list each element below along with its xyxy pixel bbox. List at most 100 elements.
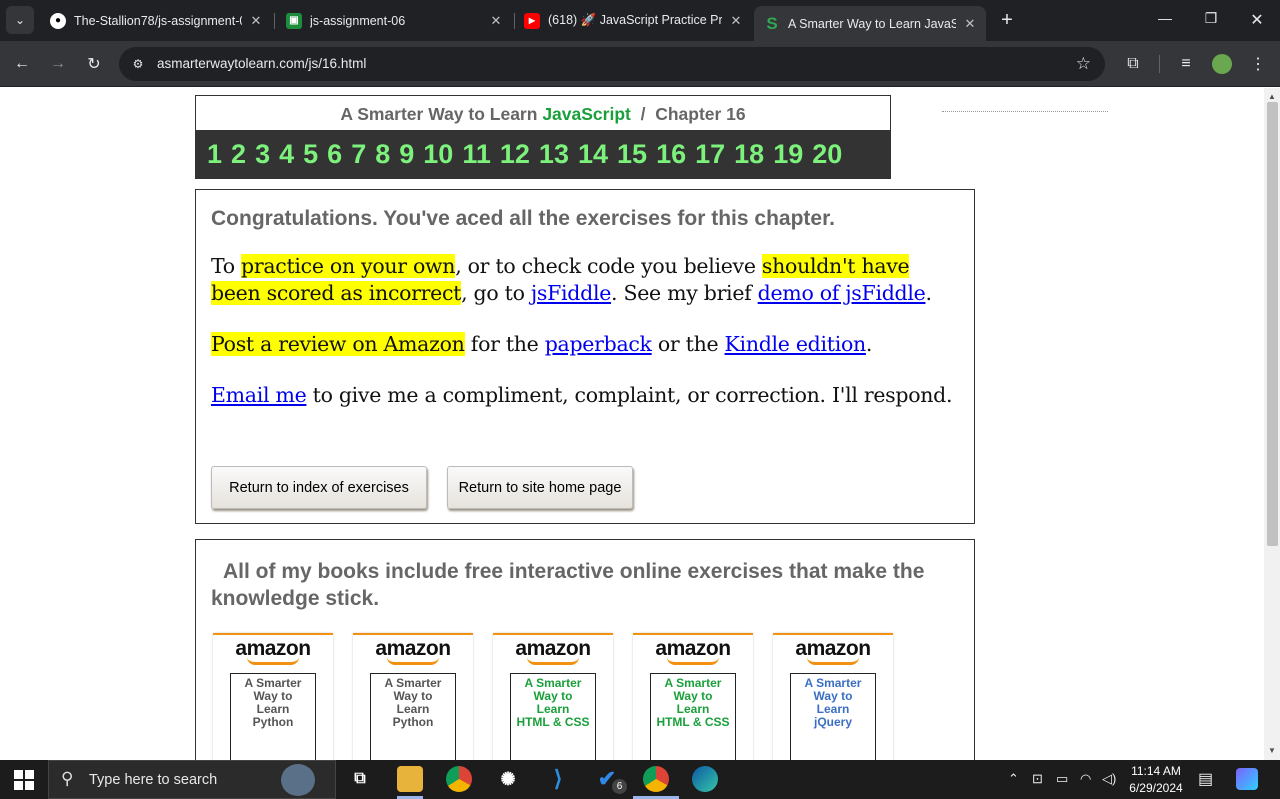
book-cover: A Smarter Way to Learn HTML & CSS — [510, 673, 596, 760]
github-icon: ● — [50, 12, 66, 29]
site-s-icon: S — [766, 13, 778, 33]
book-card[interactable]: amazon A Smarter Way to Learn Python — [353, 633, 473, 760]
chrome-active-icon[interactable] — [643, 766, 669, 792]
book-card[interactable]: amazon A Smarter Way to Learn Python — [213, 633, 333, 760]
jsfiddle-link[interactable]: jsFiddle — [531, 281, 612, 305]
tab-title: A Smarter Way to Learn JavaScr — [788, 16, 956, 31]
chapter-link[interactable]: 6 — [327, 139, 342, 170]
chapter-link[interactable]: 1 — [207, 139, 222, 170]
chapter-link[interactable]: 12 — [500, 139, 530, 170]
system-clock[interactable]: 11:14 AM 6/29/2024 — [1125, 763, 1187, 797]
amazon-logo: amazon — [655, 637, 731, 660]
file-explorer-icon[interactable] — [397, 766, 423, 792]
reload-button[interactable]: ↻ — [82, 52, 106, 76]
restore-button[interactable]: ❐ — [1201, 10, 1221, 27]
email-link[interactable]: Email me — [211, 383, 307, 407]
tab-smarter-way[interactable]: S A Smarter Way to Learn JavaScr ✕ — [754, 6, 986, 41]
tab-search-button[interactable]: ⌄ — [6, 6, 34, 34]
address-bar[interactable]: ⚙ asmarterwaytolearn.com/js/16.html ☆ — [119, 47, 1105, 81]
tab-github[interactable]: ● The-Stallion78/js-assignment-06 ✕ — [40, 6, 272, 35]
site-header: A Smarter Way to Learn JavaScript / Chap… — [195, 95, 891, 179]
wifi-icon[interactable]: ◠ — [1080, 771, 1091, 787]
amazon-logo: amazon — [795, 637, 871, 660]
chapter-link[interactable]: 20 — [812, 139, 842, 170]
back-button[interactable]: ← — [10, 52, 34, 76]
chapter-link[interactable]: 11 — [462, 139, 491, 170]
chapter-link[interactable]: 3 — [255, 139, 270, 170]
chapter-link[interactable]: 17 — [695, 139, 725, 170]
book-card[interactable]: amazon A Smarter Way to Learn HTML & CSS — [633, 633, 753, 760]
youtube-icon: ▶ — [524, 12, 540, 29]
return-home-button[interactable]: Return to site home page — [447, 466, 633, 509]
tab-classroom[interactable]: ▣ js-assignment-06 ✕ — [276, 6, 512, 35]
chapter-link[interactable]: 15 — [617, 139, 647, 170]
forward-button[interactable]: → — [46, 52, 70, 76]
taskbar-search[interactable]: ⚲ Type here to search — [48, 760, 336, 799]
close-icon[interactable]: ✕ — [728, 13, 744, 29]
close-icon[interactable]: ✕ — [962, 16, 978, 32]
chapter-link[interactable]: 9 — [399, 139, 414, 170]
minimize-button[interactable]: — — [1155, 10, 1175, 26]
windows-start-icon[interactable] — [14, 770, 34, 790]
tray-chevron-icon[interactable]: ⌃ — [1008, 771, 1019, 787]
scroll-thumb[interactable] — [1267, 102, 1278, 546]
chapter-link[interactable]: 13 — [539, 139, 569, 170]
text: , or to check code you believe — [455, 254, 762, 278]
chapter-link[interactable]: 10 — [423, 139, 453, 170]
congrats-heading: Congratulations. You've aced all the exe… — [211, 207, 835, 230]
profile-avatar[interactable] — [1210, 52, 1234, 76]
return-to-index-button[interactable]: Return to index of exercises — [211, 466, 427, 509]
close-icon[interactable]: ✕ — [488, 13, 504, 29]
book-card[interactable]: amazon A Smarter Way to Learn jQuery — [773, 633, 893, 760]
battery-icon[interactable]: ▭ — [1056, 771, 1068, 787]
page-scrollbar[interactable]: ▲ ▼ — [1264, 88, 1280, 760]
new-tab-button[interactable]: + — [996, 9, 1018, 32]
jsfiddle-demo-link[interactable]: demo of jsFiddle — [758, 281, 926, 305]
title-chapter: Chapter 16 — [655, 104, 746, 124]
vscode-icon[interactable]: ⟩ — [545, 766, 571, 792]
site-info-icon[interactable]: ⚙ — [129, 55, 147, 73]
bookmark-star-icon[interactable]: ☆ — [1076, 54, 1091, 74]
search-icon: ⚲ — [61, 769, 74, 788]
clock-date: 6/29/2024 — [1129, 781, 1183, 795]
extensions-button[interactable]: ⧉ — [1121, 52, 1145, 76]
amazon-logo: amazon — [515, 637, 591, 660]
chapter-link[interactable]: 8 — [375, 139, 390, 170]
avatar — [1212, 54, 1232, 74]
notifications-icon[interactable]: ▤ — [1198, 769, 1213, 789]
paperback-link[interactable]: paperback — [545, 332, 652, 356]
scroll-down-icon[interactable]: ▼ — [1267, 746, 1277, 755]
chrome-icon[interactable] — [446, 766, 472, 792]
chapter-link[interactable]: 4 — [279, 139, 294, 170]
amazon-logo: amazon — [375, 637, 451, 660]
reading-list-button[interactable]: ≡ — [1174, 52, 1198, 76]
book-title-line: HTML & CSS — [516, 715, 590, 729]
chapter-link[interactable]: 19 — [773, 139, 803, 170]
task-view-icon[interactable]: ⧉ — [347, 766, 373, 792]
books-panel: All of my books include free interactive… — [195, 539, 975, 760]
book-card[interactable]: amazon A Smarter Way to Learn HTML & CSS — [493, 633, 613, 760]
chapter-link[interactable]: 2 — [231, 139, 246, 170]
url-text[interactable]: asmarterwaytolearn.com/js/16.html — [157, 56, 366, 71]
page-viewport: A Smarter Way to Learn JavaScript / Chap… — [0, 88, 1264, 760]
tab-youtube[interactable]: ▶ (618) 🚀 JavaScript Practice Pro ✕ — [514, 6, 752, 35]
chatgpt-icon[interactable]: ✺ — [495, 766, 521, 792]
close-icon[interactable]: ✕ — [248, 13, 264, 29]
copilot-icon[interactable] — [1236, 768, 1258, 790]
title-separator: / — [640, 104, 646, 124]
scroll-up-icon[interactable]: ▲ — [1267, 92, 1277, 101]
chapter-link[interactable]: 5 — [303, 139, 318, 170]
window-close-button[interactable]: ✕ — [1247, 10, 1267, 30]
edge-icon[interactable] — [692, 766, 718, 792]
media-list-icon: ≡ — [1181, 55, 1191, 72]
search-placeholder: Type here to search — [89, 772, 218, 788]
menu-button[interactable]: ⋮ — [1246, 52, 1270, 76]
chapter-link[interactable]: 7 — [351, 139, 366, 170]
practice-paragraph: To practice on your own, or to check cod… — [211, 253, 959, 307]
volume-icon[interactable]: ◁) — [1102, 771, 1116, 787]
chapter-link[interactable]: 14 — [578, 139, 608, 170]
chapter-link[interactable]: 18 — [734, 139, 764, 170]
kindle-link[interactable]: Kindle edition — [725, 332, 867, 356]
meet-now-icon[interactable]: ⊡ — [1032, 771, 1043, 787]
chapter-link[interactable]: 16 — [656, 139, 686, 170]
